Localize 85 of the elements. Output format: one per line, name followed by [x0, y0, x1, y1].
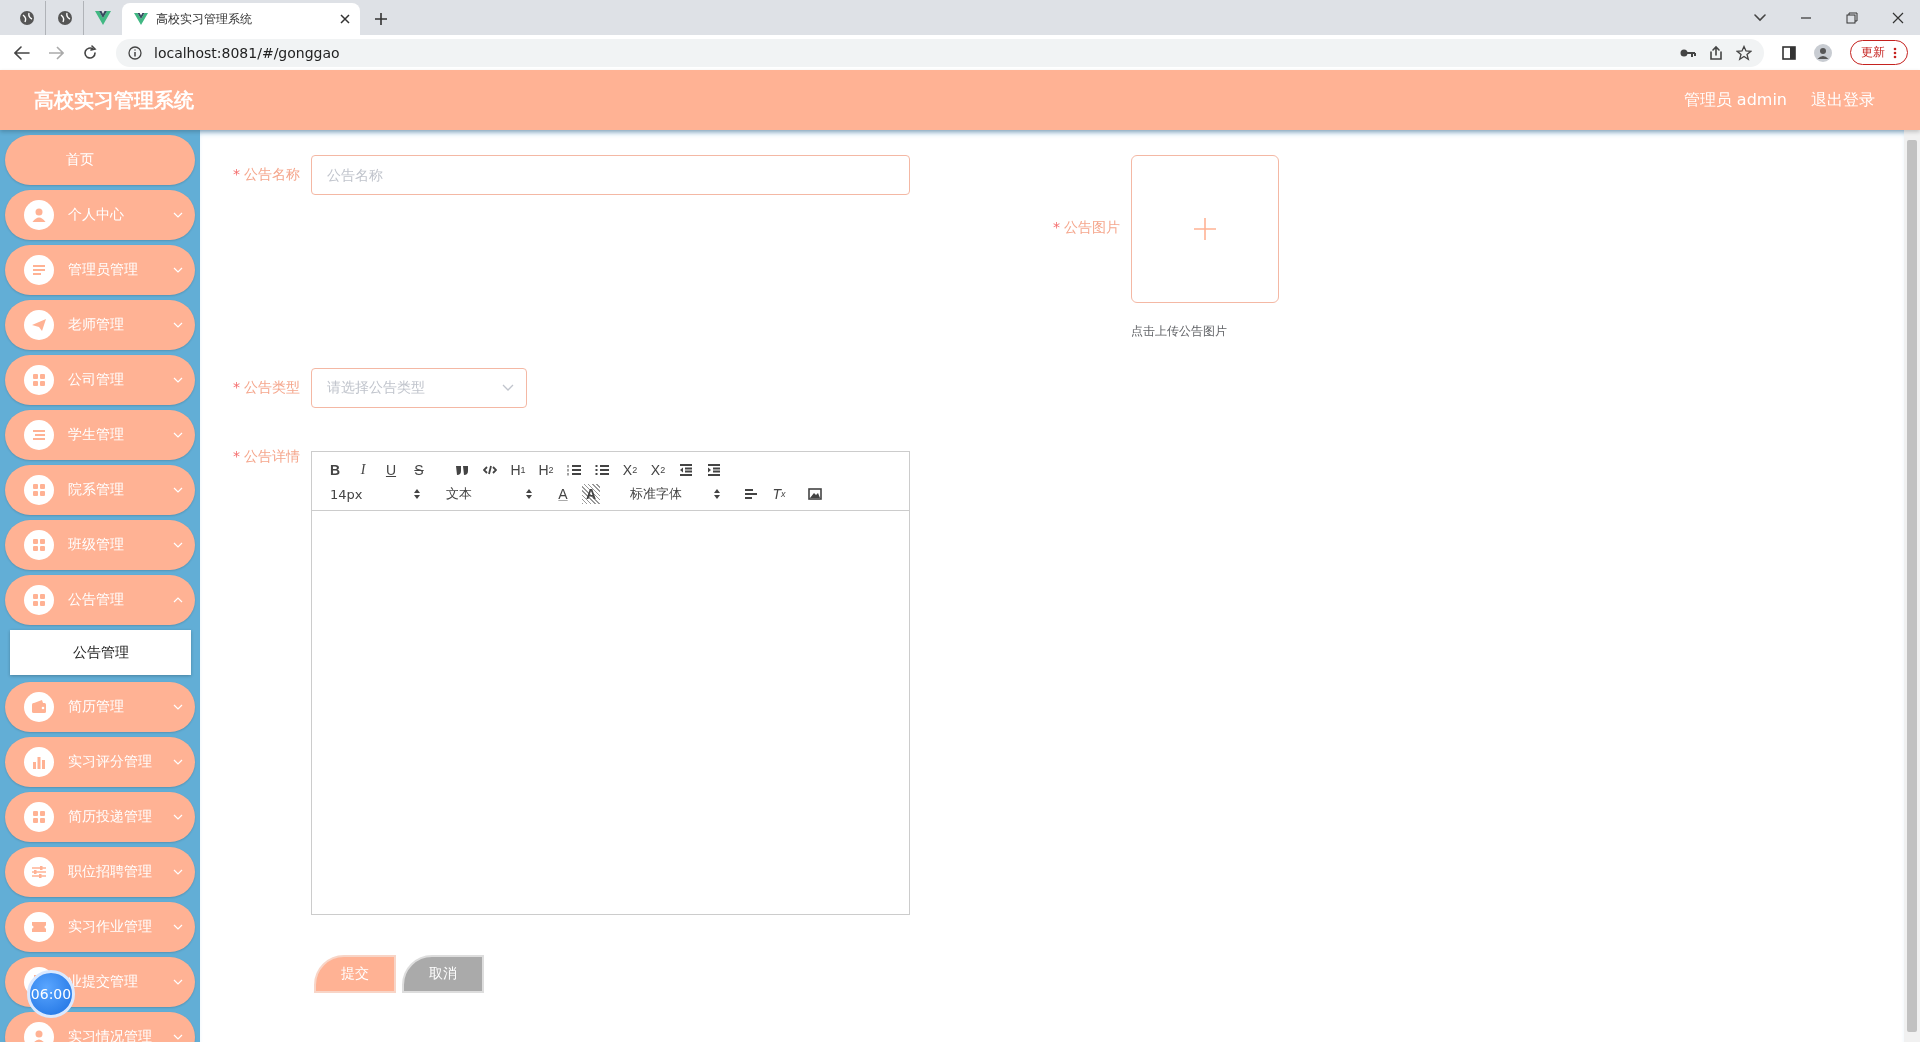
- numbered-list-icon[interactable]: [567, 464, 581, 476]
- sidebar-item[interactable]: 班级管理: [5, 520, 195, 570]
- browser-tab[interactable]: 高校实习管理系统: [122, 3, 360, 35]
- wallet-icon: [31, 699, 47, 715]
- sidebar-item[interactable]: 简历投递管理: [5, 792, 195, 842]
- format-picker[interactable]: 标准字体: [626, 485, 720, 503]
- sidebar-item[interactable]: 管理员管理: [5, 245, 195, 295]
- field-label: * 公告详情: [232, 448, 301, 466]
- format-picker[interactable]: 文本: [442, 485, 532, 503]
- profile-icon[interactable]: [1814, 43, 1832, 62]
- user-icon: [31, 207, 47, 223]
- side-panel-icon[interactable]: [1782, 45, 1796, 60]
- code-icon[interactable]: [483, 464, 497, 476]
- up-down-arrows-icon: [414, 489, 420, 499]
- bold-button[interactable]: B: [326, 460, 344, 480]
- globe-icon[interactable]: [56, 10, 73, 26]
- sidebar-item[interactable]: 职位招聘管理: [5, 847, 195, 897]
- globe-icon[interactable]: [18, 10, 35, 26]
- new-tab-icon[interactable]: [374, 12, 388, 26]
- list-icon: [31, 427, 47, 443]
- input-field[interactable]: 公告名称: [311, 155, 910, 195]
- up-down-arrows-icon: [526, 489, 532, 499]
- select-field[interactable]: 请选择公告类型: [311, 368, 527, 408]
- format-button[interactable]: X$^{2}$: [649, 460, 667, 480]
- key-icon[interactable]: [1680, 47, 1696, 58]
- paper-plane-icon: [31, 317, 47, 333]
- back-icon[interactable]: [14, 45, 30, 60]
- sidebar-item[interactable]: 老师管理: [5, 300, 195, 350]
- plus-icon: [1194, 218, 1216, 240]
- user-label: 管理员 admin: [1683, 89, 1787, 111]
- sidebar-item[interactable]: 简历管理: [5, 682, 195, 732]
- grid-icon: [31, 482, 47, 498]
- indent-icon[interactable]: [707, 464, 721, 476]
- sidebar-item[interactable]: 公司管理: [5, 355, 195, 405]
- v-logo-icon: [134, 13, 148, 25]
- share-icon[interactable]: [1708, 44, 1724, 61]
- strikethrough-button[interactable]: S: [410, 460, 428, 480]
- upload-hint: 点击上传公告图片: [1131, 323, 1228, 340]
- restore-icon[interactable]: [1846, 11, 1858, 24]
- image-icon[interactable]: [808, 488, 822, 500]
- close-icon[interactable]: [1892, 11, 1904, 24]
- v-logo-icon[interactable]: [95, 11, 111, 25]
- align-left-icon[interactable]: [744, 488, 758, 500]
- forward-icon: [48, 45, 64, 60]
- format-picker[interactable]: 14px: [326, 486, 420, 502]
- sidebar-item[interactable]: 公告管理: [5, 575, 195, 625]
- sidebar-item[interactable]: 实习作业管理: [5, 902, 195, 952]
- logout-link[interactable]: 退出登录: [1811, 89, 1875, 111]
- bullet-list-icon[interactable]: [595, 464, 609, 476]
- close-icon[interactable]: [340, 14, 350, 24]
- submit-button[interactable]: 提交: [314, 955, 396, 993]
- ticket-icon: [31, 919, 47, 935]
- sidebar-item[interactable]: 个人中心: [5, 190, 195, 240]
- bar-chart-icon: [31, 754, 47, 770]
- list-icon: [31, 262, 47, 278]
- app-title: 高校实习管理系统: [34, 86, 194, 114]
- chevron-down-icon[interactable]: [1754, 13, 1766, 22]
- sidebar-item[interactable]: 首页: [5, 135, 195, 185]
- chevron-down-icon: [502, 384, 514, 392]
- more-icon: [1893, 46, 1897, 59]
- grid-icon: [31, 592, 47, 608]
- field-label: * 公告类型: [232, 379, 301, 397]
- grid-icon: [31, 372, 47, 388]
- cancel-button[interactable]: 取消: [402, 955, 484, 993]
- submenu-item[interactable]: 公告管理: [10, 630, 191, 675]
- quote-icon[interactable]: [455, 464, 469, 476]
- italic-button[interactable]: I: [354, 460, 372, 480]
- sidebar-item[interactable]: 院系管理: [5, 465, 195, 515]
- sliders-icon: [31, 864, 47, 880]
- star-icon[interactable]: [1736, 44, 1752, 61]
- grid-icon: [31, 537, 47, 553]
- grid-icon: [31, 809, 47, 825]
- text-color-button[interactable]: A: [554, 484, 572, 504]
- info-icon: [128, 45, 142, 60]
- scrollbar[interactable]: [1904, 130, 1920, 1042]
- address-bar[interactable]: localhost:8081/#/gonggao: [116, 38, 1764, 67]
- reload-icon[interactable]: [82, 44, 98, 61]
- outdent-icon[interactable]: [679, 464, 693, 476]
- sidebar-item[interactable]: 实习评分管理: [5, 737, 195, 787]
- field-label: * 公告名称: [232, 166, 301, 184]
- up-down-arrows-icon: [714, 489, 720, 499]
- sidebar-item[interactable]: 学生管理: [5, 410, 195, 460]
- background-color-button[interactable]: A: [582, 484, 600, 504]
- field-label: * 公告图片: [1052, 219, 1121, 237]
- underline-button[interactable]: U: [382, 460, 400, 480]
